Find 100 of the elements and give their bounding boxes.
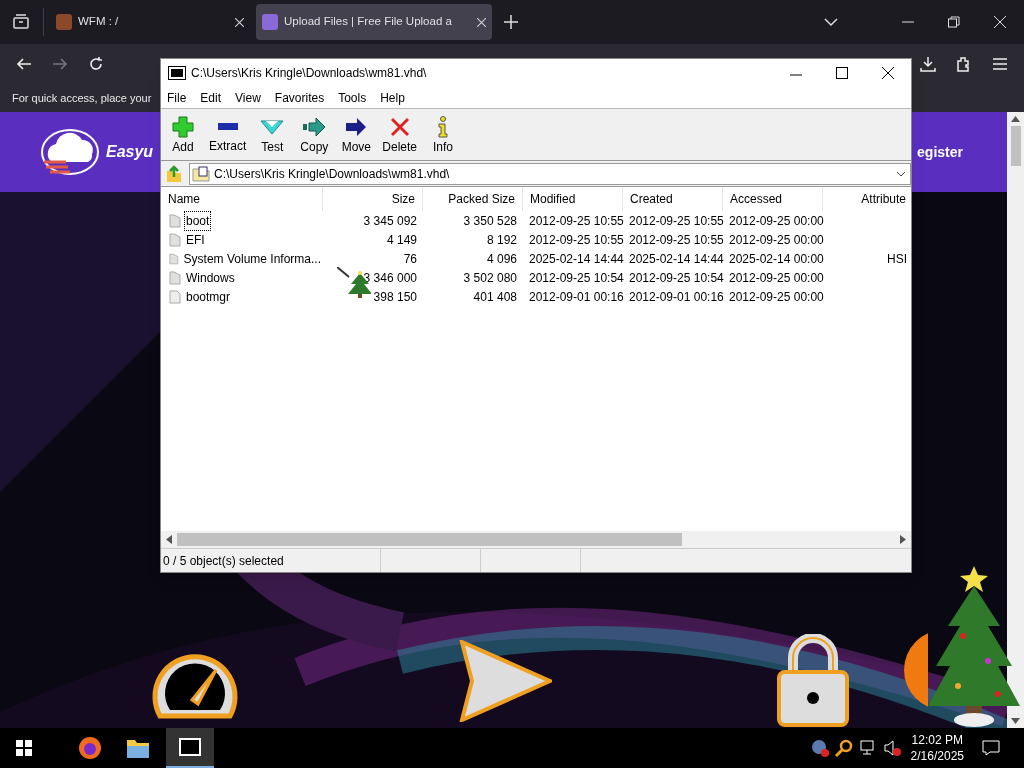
menu-item[interactable]: Help <box>380 88 405 107</box>
table-cell: 2012-09-25 10:54 <box>529 270 624 285</box>
puzzle-icon[interactable] <box>956 56 972 72</box>
browser-app-icon[interactable] <box>78 736 102 760</box>
christmas-tree-icon <box>337 267 371 299</box>
chevron-down-icon[interactable] <box>824 15 838 29</box>
network-icon[interactable] <box>858 739 877 757</box>
table-cell: 2012-09-25 00:00 <box>729 213 824 228</box>
table-cell: 2012-09-01 00:16 <box>529 289 624 304</box>
toolbar-button[interactable]: Copy <box>296 114 333 155</box>
plus-icon <box>171 114 195 139</box>
table-cell: 2012-09-25 10:55 <box>629 232 724 247</box>
table-cell: 2012-09-25 10:55 <box>629 213 724 228</box>
menu-item[interactable]: Tools <box>338 88 367 107</box>
bookmarks-hint: For quick access, place your <box>12 90 152 106</box>
tab-list-icon[interactable] <box>12 13 30 31</box>
table-cell: 76 <box>403 251 417 266</box>
lock-icon[interactable] <box>776 634 850 728</box>
file-name[interactable]: bootmgr <box>184 286 233 307</box>
christmas-tree-icon <box>928 566 1020 728</box>
file-name[interactable]: Windows <box>184 267 237 288</box>
column-header[interactable]: Packed Size <box>423 187 523 211</box>
scroll-down-icon[interactable] <box>1011 718 1020 724</box>
toolbar-button[interactable]: Test <box>254 114 291 155</box>
table-cell: 3 502 080 <box>463 270 517 285</box>
file-name[interactable]: System Volume Informa... <box>181 248 323 269</box>
table-cell: 2025-02-14 00:00 <box>729 251 824 266</box>
window-title: C:\Users\Kris Kringle\Downloads\wm81.vhd\ <box>191 65 427 82</box>
menu-item[interactable]: View <box>235 88 261 107</box>
file-name[interactable]: boot <box>184 210 212 231</box>
search-icon[interactable] <box>834 739 853 757</box>
menu-item[interactable]: Favorites <box>274 88 325 107</box>
toolbar-button[interactable]: Add <box>165 114 201 155</box>
send-arrow-icon[interactable] <box>458 640 552 722</box>
windows-logo-icon[interactable] <box>16 740 32 756</box>
site-icon <box>262 14 278 30</box>
site-icon <box>56 14 72 30</box>
scrollbar-thumb[interactable] <box>1010 126 1021 166</box>
table-cell: 4 096 <box>486 251 517 266</box>
table-cell: 2025-02-14 14:44 <box>529 251 624 266</box>
scroll-right-icon[interactable] <box>900 535 906 544</box>
table-cell: 2012-09-25 00:00 <box>729 289 824 304</box>
table-cell: 2012-09-25 10:55 <box>529 232 624 247</box>
folder-icon <box>169 213 181 228</box>
restore-icon[interactable] <box>948 16 960 28</box>
folder-icon <box>169 232 181 247</box>
scrollbar-thumb[interactable] <box>177 533 682 546</box>
maximize-icon[interactable] <box>836 67 848 79</box>
scroll-up-icon[interactable] <box>1011 116 1020 122</box>
status-text: 0 / 5 object(s) selected <box>163 552 284 570</box>
new-tab-icon[interactable] <box>504 15 518 29</box>
speaker-muted-icon[interactable] <box>882 739 901 757</box>
table-cell: 2012-09-25 10:55 <box>529 213 624 228</box>
menu-item[interactable]: Edit <box>200 88 222 107</box>
toolbar-button[interactable]: Delete <box>380 114 420 155</box>
column-header[interactable]: Size <box>323 187 423 211</box>
table-cell: 401 408 <box>473 289 517 304</box>
back-icon[interactable] <box>16 56 32 72</box>
table-cell: 3 345 092 <box>363 213 417 228</box>
toolbar-button[interactable]: Extract <box>207 115 249 154</box>
tray-app-icon[interactable] <box>810 739 829 757</box>
notification-icon[interactable] <box>982 740 1000 756</box>
minus-icon <box>217 123 238 130</box>
file-name[interactable]: EFI <box>184 229 207 250</box>
folder-icon[interactable] <box>126 737 150 759</box>
disk-folder-icon <box>192 165 210 182</box>
browser-tab[interactable]: WFM : / <box>50 4 250 40</box>
register-link[interactable]: egister <box>917 141 963 163</box>
clock-time[interactable]: 12:02 PM <box>911 732 963 748</box>
table-cell: 4 149 <box>386 232 417 247</box>
download-icon[interactable] <box>920 56 936 72</box>
menu-item[interactable]: File <box>167 88 187 107</box>
forward-icon[interactable] <box>52 56 68 72</box>
folder-icon <box>169 270 181 285</box>
table-cell: 8 192 <box>486 232 517 247</box>
table-cell: 2012-09-01 00:16 <box>629 289 724 304</box>
table-cell: 2025-02-14 14:44 <box>629 251 724 266</box>
table-cell: HSI <box>887 251 907 266</box>
toolbar-button[interactable]: Info <box>425 114 462 155</box>
table-cell: 2012-09-25 00:00 <box>729 232 824 247</box>
clock-date[interactable]: 2/16/2025 <box>910 748 964 764</box>
scroll-left-icon[interactable] <box>166 535 172 544</box>
column-header[interactable]: Accessed <box>723 187 823 211</box>
close-icon[interactable] <box>882 67 894 79</box>
scrollbar[interactable] <box>1007 112 1024 728</box>
table-cell: 2012-09-25 10:54 <box>629 270 724 285</box>
menu-icon[interactable] <box>992 56 1008 72</box>
column-header[interactable]: Created <box>623 187 723 211</box>
reload-icon[interactable] <box>88 56 104 72</box>
address-field[interactable]: C:\Users\Kris Kringle\Downloads\wm81.vhd\ <box>189 162 911 185</box>
folder-up-icon[interactable] <box>165 164 183 183</box>
column-header[interactable]: Name <box>161 187 323 211</box>
app-logo-icon <box>169 67 185 79</box>
brand-name: Easyu <box>106 142 154 162</box>
browser-tab[interactable]: Upload Files | Free File Upload a <box>256 4 492 40</box>
column-header[interactable]: Attribute <box>823 187 911 211</box>
toolbar-button[interactable]: Move <box>338 114 375 155</box>
folder-icon <box>169 251 179 266</box>
column-header[interactable]: Modified <box>523 187 623 211</box>
archive-app-icon[interactable] <box>179 738 201 756</box>
